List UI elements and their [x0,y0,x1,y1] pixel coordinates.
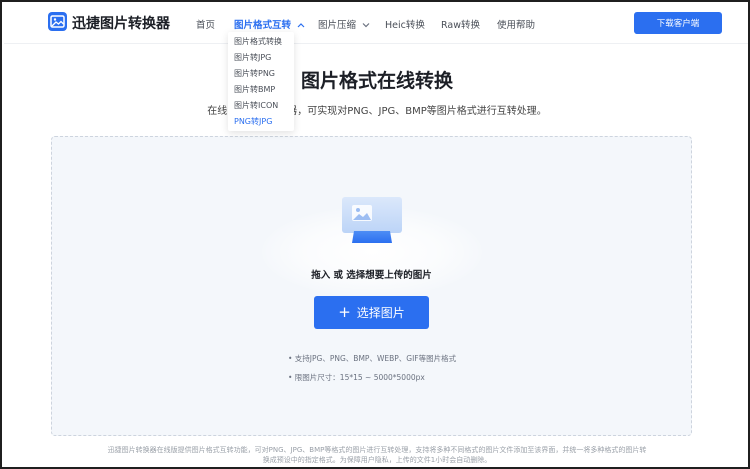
upload-dropzone[interactable]: 拖入 或 选择想要上传的图片 + 选择图片 • 支持JPG、PNG、BMP、WE… [51,136,692,436]
nav-help[interactable]: 使用帮助 [497,17,535,31]
nav-compress[interactable]: 图片压缩 [318,17,370,31]
page-frame: 迅捷图片转换器 首页 图片格式互转 图片压缩 Heic转换 Raw转换 使用帮助… [0,0,750,469]
hint-formats: • 支持JPG、PNG、BMP、WEBP、GIF等图片格式 [288,354,457,363]
download-client-button[interactable]: 下载客户端 [634,12,722,34]
page-subtitle: 在线图片格式转换器，可实现对PNG、JPG、BMP等图片格式进行互转处理。 [207,106,547,117]
picture-upload-icon [340,195,404,251]
chevron-up-icon [297,20,305,31]
logo-text[interactable]: 迅捷图片转换器 [72,13,170,33]
footer-line-2: 换成预设中的指定格式。为保障用户隐私，上传的文件1小时会自动删除。 [262,456,492,464]
nav-format-convert[interactable]: 图片格式互转 [234,17,305,31]
dropdown-item-png-to-jpg[interactable]: PNG转JPG [234,116,272,127]
hint-size-limit: • 限图片尺寸：15*15 ~ 5000*5000px [288,373,425,382]
top-header: 迅捷图片转换器 首页 图片格式互转 图片压缩 Heic转换 Raw转换 使用帮助… [4,4,748,44]
upload-title: 拖入 或 选择想要上传的图片 [311,270,432,281]
dropdown-item-to-bmp[interactable]: 图片转BMP [234,84,275,95]
dropdown-item-to-icon[interactable]: 图片转ICON [234,100,278,111]
nav-compress-label: 图片压缩 [318,20,357,31]
logo-icon[interactable] [48,12,67,31]
image-convert-icon [50,15,65,28]
footer-line-1: 迅捷图片转换器在线版提供图片格式互转功能，可对PNG、JPG、BMP等格式的图片… [107,446,647,454]
plus-icon: + [338,303,351,321]
choose-image-label: 选择图片 [356,306,405,320]
footer-description: 迅捷图片转换器在线版提供图片格式互转功能，可对PNG、JPG、BMP等格式的图片… [2,445,748,465]
nav-raw[interactable]: Raw转换 [441,17,480,31]
choose-image-button[interactable]: + 选择图片 [314,296,429,329]
dropdown-item-format-convert[interactable]: 图片格式转换 [234,36,282,47]
nav-format-convert-label: 图片格式互转 [234,20,292,31]
format-convert-dropdown: 图片格式转换 图片转JPG 图片转PNG 图片转BMP 图片转ICON PNG转… [228,32,294,131]
nav-heic[interactable]: Heic转换 [385,17,425,31]
dropdown-item-to-jpg[interactable]: 图片转JPG [234,52,271,63]
dropdown-item-to-png[interactable]: 图片转PNG [234,68,275,79]
nav-home[interactable]: 首页 [196,17,215,31]
page-title: 图片格式在线转换 [300,70,453,92]
chevron-down-icon [362,20,370,31]
